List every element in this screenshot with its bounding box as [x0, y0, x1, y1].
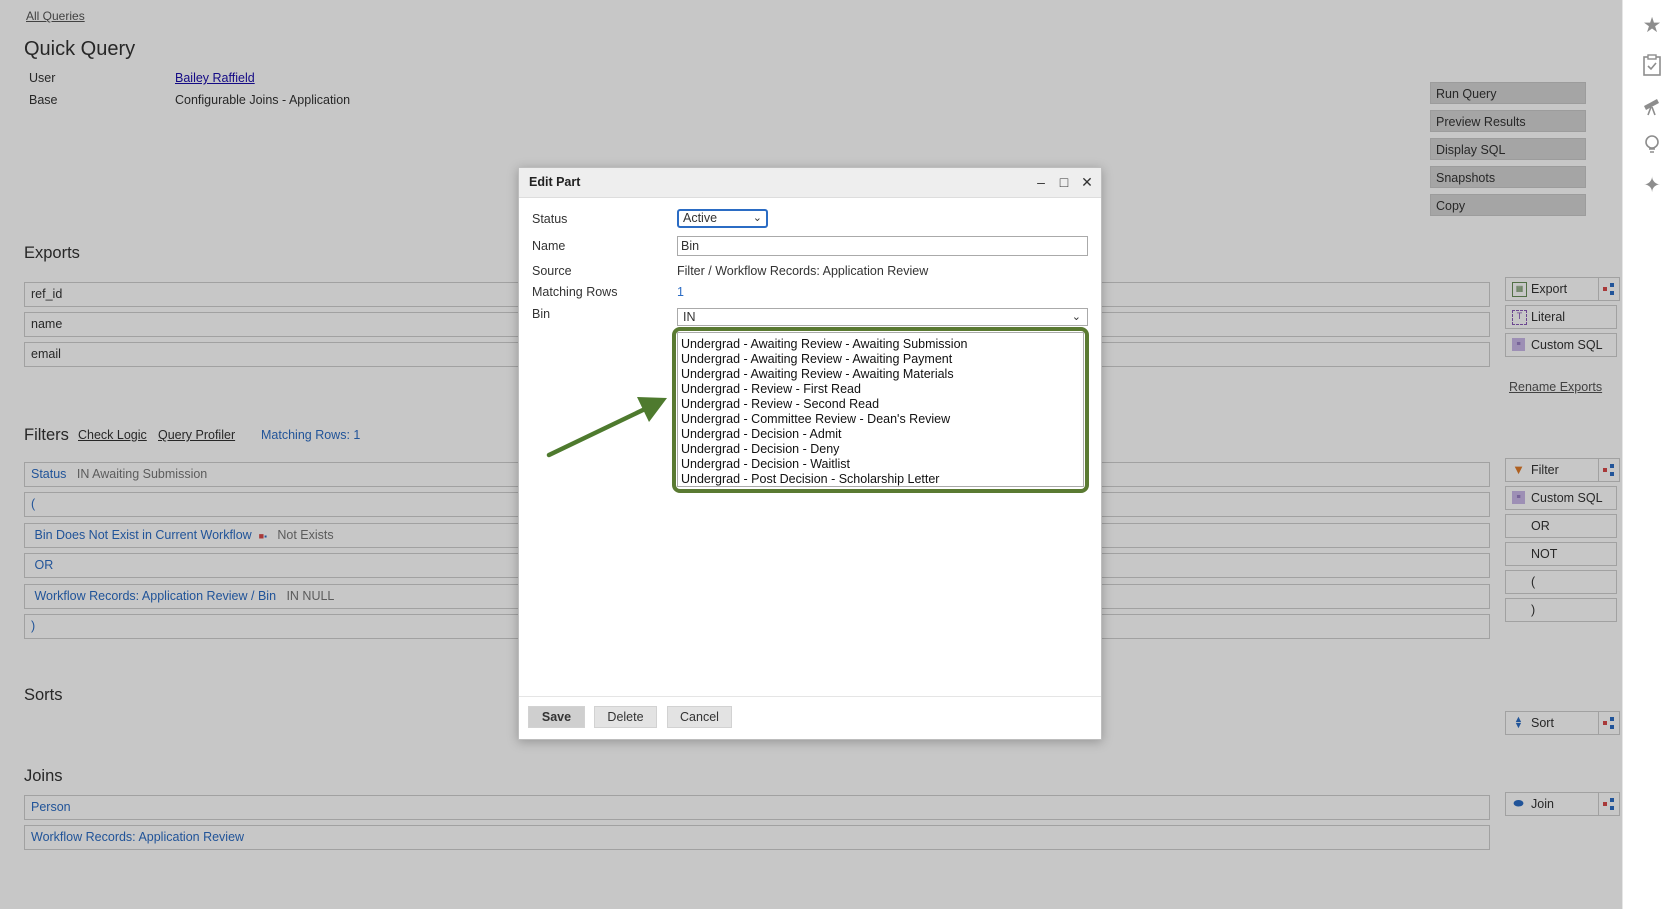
- bin-option[interactable]: Undergrad - Decision - Admit: [681, 427, 1080, 442]
- bin-option[interactable]: Undergrad - Awaiting Review - Awaiting S…: [681, 337, 1080, 352]
- save-button[interactable]: Save: [528, 706, 585, 728]
- bin-options-listbox[interactable]: Undergrad - Awaiting Review - Awaiting S…: [677, 332, 1084, 487]
- bin-option[interactable]: Undergrad - Committee Review - Dean's Re…: [681, 412, 1080, 427]
- delete-button[interactable]: Delete: [594, 706, 657, 728]
- status-select-value: Active: [683, 211, 718, 225]
- sparkle-icon[interactable]: ✦: [1640, 174, 1664, 198]
- star-icon[interactable]: ★: [1640, 14, 1664, 38]
- chevron-down-icon: ⌄: [752, 212, 762, 224]
- source-label: Source: [532, 264, 572, 278]
- maximize-icon[interactable]: □: [1055, 173, 1073, 191]
- matching-rows-value[interactable]: 1: [677, 285, 684, 299]
- bin-operator-select[interactable]: IN ⌄: [677, 308, 1088, 326]
- bin-option[interactable]: Undergrad - Decision - Waitlist: [681, 457, 1080, 472]
- close-icon[interactable]: ✕: [1078, 173, 1096, 191]
- annotation-arrow-icon: [546, 397, 667, 458]
- bin-option[interactable]: Undergrad - Decision - Deny: [681, 442, 1080, 457]
- bin-option[interactable]: Undergrad - Review - First Read: [681, 382, 1080, 397]
- bin-option[interactable]: Undergrad - Review - Second Read: [681, 397, 1080, 412]
- status-label: Status: [532, 212, 568, 226]
- source-value: Filter / Workflow Records: Application R…: [677, 264, 929, 278]
- bin-operator-value: IN: [683, 310, 696, 324]
- lightbulb-icon[interactable]: [1640, 134, 1664, 158]
- status-select[interactable]: Active ⌄: [677, 209, 768, 228]
- chevron-down-icon: ⌄: [1071, 311, 1081, 323]
- telescope-icon[interactable]: [1640, 94, 1664, 118]
- minimize-icon[interactable]: –: [1032, 173, 1050, 191]
- name-input-value: Bin: [681, 239, 700, 253]
- cancel-button[interactable]: Cancel: [667, 706, 732, 728]
- name-label: Name: [532, 239, 566, 253]
- bin-option[interactable]: Undergrad - Awaiting Review - Awaiting P…: [681, 352, 1080, 367]
- dialog-header: Edit Part – □ ✕: [519, 168, 1101, 198]
- bin-label: Bin: [532, 307, 551, 321]
- bin-option[interactable]: Undergrad - Awaiting Review - Awaiting M…: [681, 367, 1080, 382]
- checklist-icon[interactable]: [1640, 54, 1664, 78]
- matching-rows-label: Matching Rows: [532, 285, 618, 299]
- right-rail: ★ ✦: [1622, 0, 1680, 909]
- dialog-footer-divider: [519, 696, 1101, 697]
- bin-option[interactable]: Undergrad - Post Decision - Scholarship …: [681, 472, 1080, 486]
- dialog-title: Edit Part: [529, 175, 581, 189]
- name-input[interactable]: Bin: [677, 236, 1088, 256]
